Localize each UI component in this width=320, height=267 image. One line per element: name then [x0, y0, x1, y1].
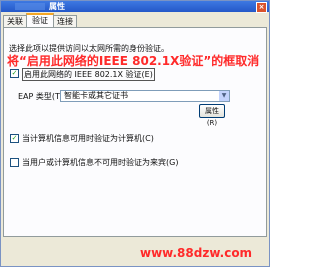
site-watermark: www.88dzw.com [140, 246, 253, 260]
guest-auth-checkbox[interactable] [10, 158, 19, 167]
tab-connection[interactable]: 连接 [53, 15, 77, 27]
title-icon [15, 3, 45, 10]
enable-8021x-label[interactable]: 启用此网络的 IEEE 802.1X 验证(E) [22, 68, 155, 81]
eap-type-select[interactable]: 智能卡或其它证书 ▼ [60, 90, 230, 102]
close-button[interactable]: × [256, 2, 267, 13]
chevron-down-icon[interactable]: ▼ [219, 91, 229, 101]
properties-dialog: 属性 × 关联 验证 连接 选择此项以提供访问以太网所需的身份验证。 将“启用此… [0, 0, 270, 267]
annotation-text: 将“启用此网络的IEEE 802.1X验证”的框取消 [7, 54, 260, 68]
enable-8021x-checkbox[interactable]: ✓ [10, 69, 19, 78]
eap-type-value: 智能卡或其它证书 [64, 91, 128, 100]
properties-button[interactable]: 属性(R) [199, 104, 225, 127]
eap-type-label: EAP 类型(T): [18, 92, 66, 101]
computer-auth-checkbox[interactable]: ✓ [10, 134, 19, 143]
window-title: 属性 [49, 2, 65, 11]
tab-association[interactable]: 关联 [3, 15, 27, 27]
guest-auth-label[interactable]: 当用户或计算机信息不可用时验证为来宾(G) [22, 157, 178, 168]
title-bar[interactable]: 属性 × [1, 1, 269, 13]
computer-auth-label[interactable]: 当计算机信息可用时验证为计算机(C) [22, 133, 154, 144]
